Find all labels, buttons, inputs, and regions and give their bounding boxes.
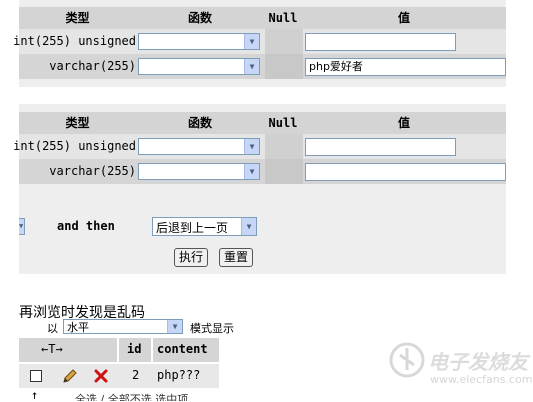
result-header-id: id bbox=[119, 338, 151, 362]
watermark-logo-icon bbox=[389, 342, 425, 378]
delete-icon[interactable] bbox=[93, 368, 109, 384]
cell-id: 2 bbox=[132, 368, 140, 382]
header-type: 类型 bbox=[65, 116, 90, 130]
header-null: Null bbox=[268, 116, 298, 130]
after-insert-selected: 后退到上一页 bbox=[156, 221, 229, 235]
null-cell bbox=[265, 54, 303, 79]
display-mode-label: 以 bbox=[47, 322, 58, 335]
table-row: 2 php??? bbox=[19, 364, 219, 388]
chevron-down-icon: ▼ bbox=[241, 218, 256, 235]
field-type: varchar(255) bbox=[49, 164, 136, 178]
after-insert-select[interactable]: 后退到上一页 ▼ bbox=[152, 217, 257, 236]
table2-row-id: int(255) unsigned ▼ bbox=[13, 134, 506, 159]
sort-arrows[interactable]: ←T→ bbox=[41, 342, 63, 356]
header-type: 类型 bbox=[65, 11, 90, 25]
result-header-content: content bbox=[153, 338, 219, 362]
column-content[interactable]: content bbox=[157, 342, 208, 356]
header-function: 函数 bbox=[187, 11, 212, 25]
function-select[interactable]: ▼ bbox=[138, 58, 260, 75]
cell-content: php??? bbox=[157, 368, 201, 382]
pencil-icon[interactable] bbox=[61, 367, 79, 385]
display-mode-select[interactable]: 水平 ▼ bbox=[63, 319, 183, 334]
truncated-select[interactable]: ▼ bbox=[19, 218, 25, 235]
header-null: Null bbox=[268, 11, 298, 25]
result-header-arrows: ←T→ bbox=[19, 338, 117, 362]
null-cell bbox=[265, 134, 303, 159]
display-mode-suffix: 模式显示 bbox=[190, 322, 234, 335]
check-all-arrow-icon: ↑ bbox=[31, 388, 39, 402]
field-type: varchar(255) bbox=[49, 59, 136, 73]
table2-header: 类型 函数 Null 值 bbox=[19, 112, 506, 134]
field-type: int(255) unsigned bbox=[13, 139, 136, 153]
header-function: 函数 bbox=[187, 116, 212, 130]
bottom-links[interactable]: 全选 / 全部不选 选中项 bbox=[75, 391, 255, 401]
function-select[interactable]: ▼ bbox=[138, 33, 260, 50]
chevron-down-icon: ▼ bbox=[244, 59, 259, 74]
null-cell bbox=[265, 29, 303, 54]
header-value: 值 bbox=[397, 11, 410, 25]
watermark-url: www.elecfans.com bbox=[430, 373, 533, 386]
value-input[interactable] bbox=[305, 163, 506, 181]
function-select[interactable]: ▼ bbox=[138, 163, 260, 180]
and-then-label: and then bbox=[57, 219, 115, 233]
chevron-down-icon: ▼ bbox=[244, 34, 259, 49]
value-input[interactable] bbox=[305, 138, 456, 156]
chevron-down-icon: ▼ bbox=[167, 320, 182, 333]
chevron-down-icon: ▼ bbox=[19, 222, 24, 230]
field-type: int(255) unsigned bbox=[13, 34, 136, 48]
table1-row-content: varchar(255) ▼ php爱好者 bbox=[19, 54, 506, 79]
chevron-down-icon: ▼ bbox=[244, 139, 259, 154]
row-checkbox[interactable] bbox=[30, 370, 42, 382]
null-cell bbox=[265, 159, 303, 184]
function-select[interactable]: ▼ bbox=[138, 138, 260, 155]
table2-row-content: varchar(255) ▼ bbox=[19, 159, 506, 184]
value-input[interactable]: php爱好者 bbox=[305, 58, 506, 76]
column-id[interactable]: id bbox=[127, 342, 141, 356]
reset-button[interactable]: 重置 bbox=[219, 248, 254, 267]
table1-header: 类型 函数 Null 值 bbox=[19, 7, 506, 29]
watermark-text: 电子发烧友 bbox=[428, 350, 528, 374]
table1-row-id: int(255) unsigned ▼ bbox=[13, 29, 506, 54]
chevron-down-icon: ▼ bbox=[244, 164, 259, 179]
header-value: 值 bbox=[397, 116, 410, 130]
display-mode-selected: 水平 bbox=[67, 321, 89, 334]
execute-button[interactable]: 执行 bbox=[174, 248, 209, 267]
value-input[interactable] bbox=[305, 33, 456, 51]
